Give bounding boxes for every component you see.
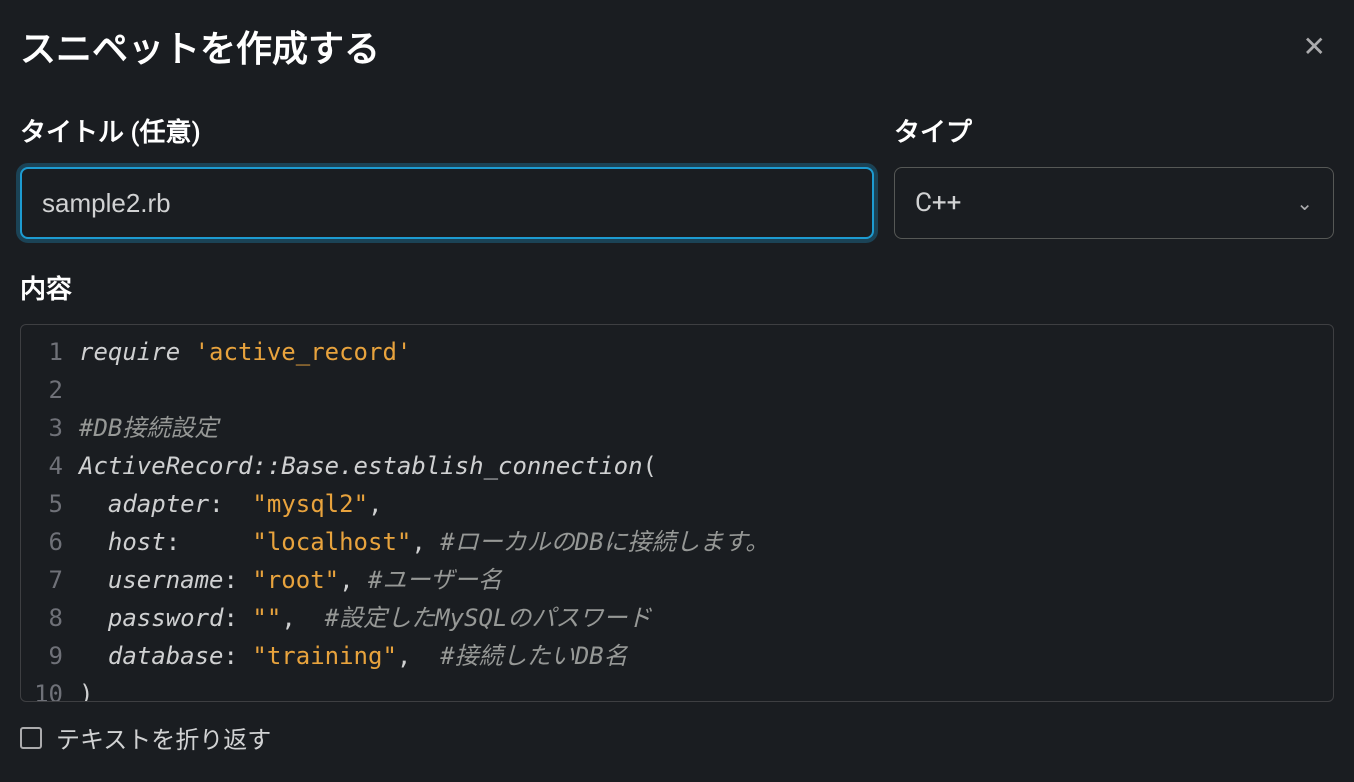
code-line: 8 password: "", #設定したMySQLのパスワード [21,599,1333,637]
line-number: 8 [21,599,79,637]
line-number: 5 [21,485,79,523]
close-button[interactable]: ✕ [1295,22,1334,71]
code-line: 7 username: "root", #ユーザー名 [21,561,1333,599]
line-number: 6 [21,523,79,561]
type-select-value: C++ [915,188,961,218]
line-number: 4 [21,447,79,485]
line-content: username: "root", #ユーザー名 [79,561,1333,599]
code-line: 2 [21,371,1333,409]
code-line: 9 database: "training", #接続したいDB名 [21,637,1333,675]
close-icon: ✕ [1303,31,1326,62]
line-number: 2 [21,371,79,409]
title-input[interactable] [20,167,874,239]
code-line: 6 host: "localhost", #ローカルのDBに接続します。 [21,523,1333,561]
wrap-checkbox[interactable] [20,727,42,749]
content-label: 内容 [20,269,1334,306]
line-content [79,371,1333,409]
title-label: タイトル (任意) [20,112,874,149]
wrap-row: テキストを折り返す [20,720,1334,755]
code-line: 1require 'active_record' [21,333,1333,371]
line-content: password: "", #設定したMySQLのパスワード [79,599,1333,637]
line-content: adapter: "mysql2", [79,485,1333,523]
dialog-header: スニペットを作成する ✕ [20,20,1334,72]
type-select[interactable]: C++ ⌄ [894,167,1334,239]
line-content: ActiveRecord::Base.establish_connection( [79,447,1333,485]
code-line: 3#DB接続設定 [21,409,1333,447]
line-content: #DB接続設定 [79,409,1333,447]
dialog-title: スニペットを作成する [20,20,380,72]
line-content: database: "training", #接続したいDB名 [79,637,1333,675]
code-editor[interactable]: 1require 'active_record'23#DB接続設定4Active… [20,324,1334,702]
code-line: 10) [21,675,1333,702]
title-column: タイトル (任意) [20,112,874,239]
fields-row: タイトル (任意) タイプ C++ ⌄ [20,112,1334,239]
type-column: タイプ C++ ⌄ [894,112,1334,239]
line-content: host: "localhost", #ローカルのDBに接続します。 [79,523,1333,561]
code-line: 5 adapter: "mysql2", [21,485,1333,523]
line-content: require 'active_record' [79,333,1333,371]
line-number: 10 [21,675,79,702]
wrap-label: テキストを折り返す [56,720,271,755]
line-number: 3 [21,409,79,447]
line-number: 9 [21,637,79,675]
line-number: 1 [21,333,79,371]
chevron-down-icon: ⌄ [1296,191,1313,215]
type-label: タイプ [894,112,1334,149]
line-number: 7 [21,561,79,599]
line-content: ) [79,675,1333,702]
code-line: 4ActiveRecord::Base.establish_connection… [21,447,1333,485]
